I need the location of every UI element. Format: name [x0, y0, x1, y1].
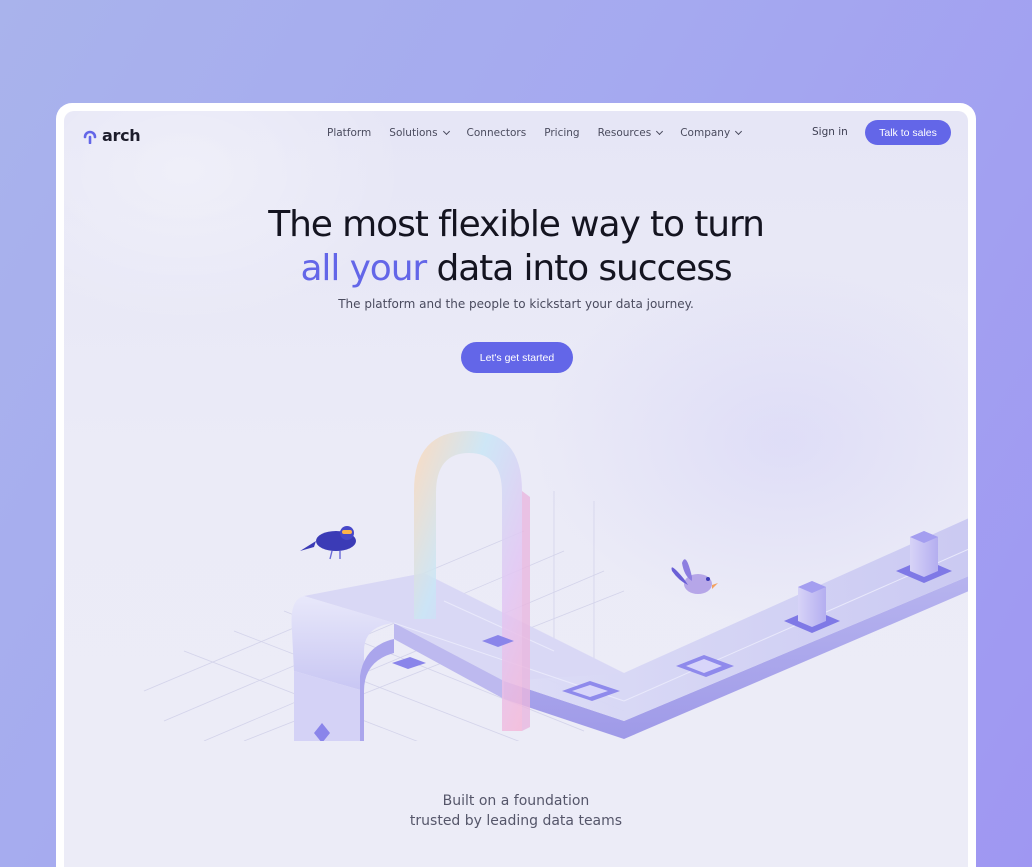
hero-title-line1: The most flexible way to turn — [268, 204, 765, 245]
nav-item-connectors[interactable]: Connectors — [467, 127, 527, 139]
talk-to-sales-button[interactable]: Talk to sales — [865, 120, 951, 145]
sign-in-link[interactable]: Sign in — [812, 126, 848, 138]
nav-item-label: Solutions — [389, 127, 438, 139]
hero-subtitle: The platform and the people to kickstart… — [338, 297, 694, 311]
foundation-line1: Built on a foundation — [442, 793, 590, 809]
landing-page: arch Platform Solutions Connectors Prici… — [64, 111, 968, 867]
nav-item-label: Company — [680, 127, 731, 139]
nav-item-resources[interactable]: Resources — [597, 127, 664, 139]
hero-title-rest: data into success — [436, 248, 732, 289]
hero-title-line2: all your data into success — [64, 247, 968, 291]
foundation-line2: trusted by leading data teams — [409, 813, 623, 829]
nav-item-label: Platform — [327, 127, 372, 139]
nav-item-pricing[interactable]: Pricing — [544, 127, 579, 139]
hero-title-accent: all your — [300, 248, 427, 289]
bird-icon — [671, 559, 718, 594]
browser-frame: arch Platform Solutions Connectors Prici… — [56, 103, 976, 867]
nav-item-company[interactable]: Company — [680, 127, 743, 139]
nav-item-solutions[interactable]: Solutions — [389, 127, 450, 139]
data-pipeline-illustration — [143, 431, 968, 741]
top-navigation: arch Platform Solutions Connectors Prici… — [64, 111, 968, 155]
arch-logo-icon — [83, 130, 97, 144]
chevron-down-icon — [735, 127, 743, 136]
nav-item-label: Connectors — [466, 127, 527, 139]
nav-item-label: Resources — [597, 127, 652, 139]
nav-item-platform[interactable]: Platform — [327, 127, 371, 139]
brand-name: arch — [102, 126, 141, 145]
hero-title: The most flexible way to turn all your d… — [64, 203, 968, 291]
nav-links: Platform Solutions Connectors Pricing Re… — [327, 111, 759, 155]
nav-item-label: Pricing — [544, 127, 580, 139]
get-started-button[interactable]: Let's get started — [461, 342, 573, 373]
pipeline-track — [291, 518, 968, 741]
chevron-down-icon — [656, 127, 664, 136]
chevron-down-icon — [442, 127, 450, 136]
foundation-section: Built on a foundation trusted by leading… — [64, 791, 968, 831]
brand-logo[interactable]: arch — [82, 126, 141, 145]
bird-icon — [300, 526, 356, 560]
